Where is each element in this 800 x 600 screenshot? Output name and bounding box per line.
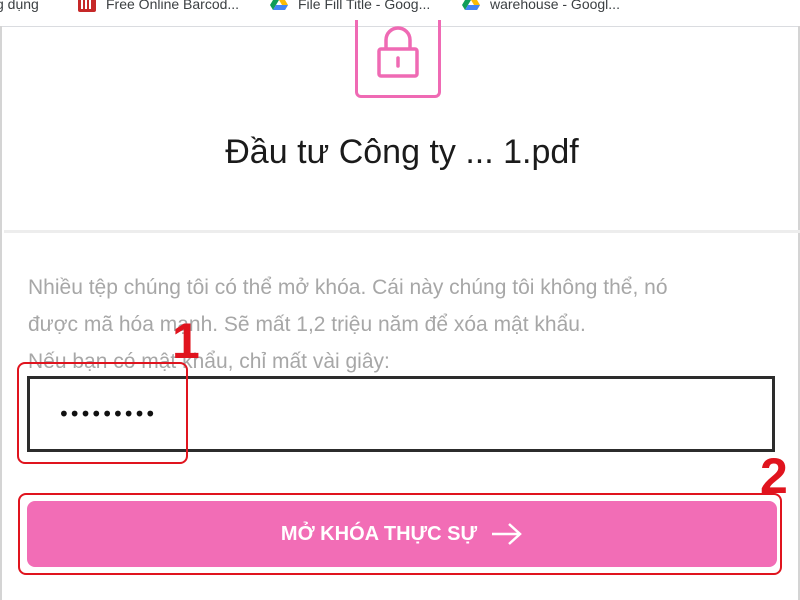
step1-highlight [17,362,188,464]
step1-number: 1 [172,313,200,369]
bookmark-apps[interactable]: g dụng [0,0,39,15]
bookmark-label: warehouse - Googl... [490,0,620,12]
google-drive-icon [462,0,480,14]
lock-icon [377,26,419,78]
step2-highlight [18,493,782,575]
divider [4,230,800,233]
google-drive-icon [270,0,288,14]
bookmark-label: g dụng [0,0,39,12]
bookmark-barcode[interactable]: Free Online Barcod... [78,0,239,15]
bookmark-file-fill-title[interactable]: File Fill Title - Goog... [270,0,430,15]
description-line: Nhiều tệp chúng tôi có thể mở khóa. Cái … [28,276,668,299]
step2-number: 2 [760,448,788,504]
file-lock-card [355,20,441,98]
barcode-icon [78,0,96,12]
file-title: Đầu tư Công ty ... 1.pdf [225,133,579,171]
description-line: được mã hóa mạnh. Sẽ mất 1,2 triệu năm đ… [28,313,586,336]
bookmark-label: File Fill Title - Goog... [298,0,431,12]
bookmark-label: Free Online Barcod... [106,0,240,12]
bookmark-warehouse[interactable]: warehouse - Googl... [462,0,620,15]
